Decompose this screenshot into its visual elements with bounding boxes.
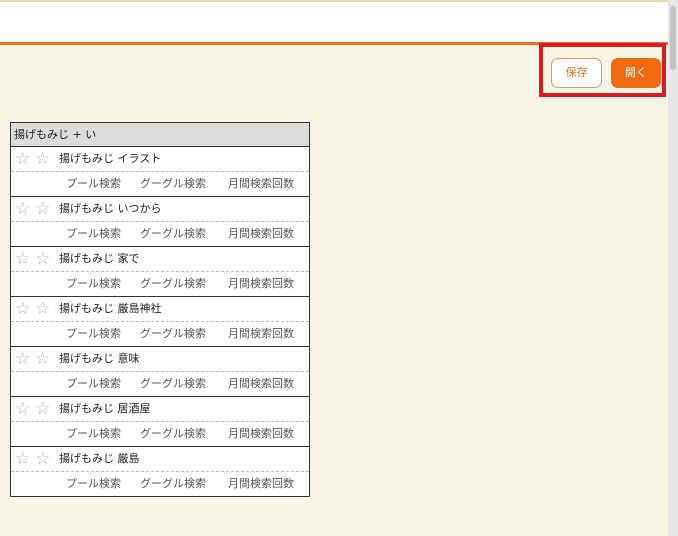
scrollbar[interactable] [668,0,678,536]
keyword-title-row: ☆ ☆ 揚げもみじ 家で [11,247,309,272]
keyword-text[interactable]: 揚げもみじ 厳島 [59,447,140,471]
keyword-links-row: プール検索 グーグル検索 月間検索回数 [11,322,309,346]
monthly-search-count-link[interactable]: 月間検索回数 [228,322,294,346]
keyword-links-row: プール検索 グーグル検索 月間検索回数 [11,222,309,246]
keyword-links-row: プール検索 グーグル検索 月間検索回数 [11,172,309,196]
star-icon[interactable]: ☆ [35,197,55,221]
google-search-link[interactable]: グーグル検索 [140,322,206,346]
google-search-link[interactable]: グーグル検索 [140,372,206,396]
pool-search-link[interactable]: プール検索 [66,222,121,246]
keyword-text[interactable]: 揚げもみじ いつから [59,197,162,221]
google-search-link[interactable]: グーグル検索 [140,472,206,496]
monthly-search-count-link[interactable]: 月間検索回数 [228,422,294,446]
pool-search-link[interactable]: プール検索 [66,272,121,296]
star-icon[interactable]: ☆ [35,147,55,171]
star-icon[interactable]: ☆ [15,247,35,271]
keyword-links-row: プール検索 グーグル検索 月間検索回数 [11,272,309,296]
monthly-search-count-link[interactable]: 月間検索回数 [228,372,294,396]
keyword-title-row: ☆ ☆ 揚げもみじ イラスト [11,147,309,172]
pool-search-link[interactable]: プール検索 [66,372,121,396]
keyword-text[interactable]: 揚げもみじ 家で [59,247,140,271]
keyword-title-row: ☆ ☆ 揚げもみじ 厳島 [11,447,309,472]
google-search-link[interactable]: グーグル検索 [140,272,206,296]
star-icon[interactable]: ☆ [35,397,55,421]
google-search-link[interactable]: グーグル検索 [140,172,206,196]
keyword-links-row: プール検索 グーグル検索 月間検索回数 [11,372,309,396]
keyword-links-row: プール検索 グーグル検索 月間検索回数 [11,472,309,496]
pool-search-link[interactable]: プール検索 [66,322,121,346]
google-search-link[interactable]: グーグル検索 [140,222,206,246]
scrollbar-thumb[interactable] [670,6,676,70]
star-icon[interactable]: ☆ [35,447,55,471]
keyword-title-row: ☆ ☆ 揚げもみじ 意味 [11,347,309,372]
keyword-text[interactable]: 揚げもみじ 居酒屋 [59,397,151,421]
star-icon[interactable]: ☆ [15,397,35,421]
top-bar-line [0,0,668,2]
keyword-title-row: ☆ ☆ 揚げもみじ 厳島神社 [11,297,309,322]
keyword-list: ☆ ☆ 揚げもみじ イラスト プール検索 グーグル検索 月間検索回数 ☆ ☆ 揚… [11,147,309,496]
monthly-search-count-link[interactable]: 月間検索回数 [228,272,294,296]
keyword-item: ☆ ☆ 揚げもみじ 厳島 プール検索 グーグル検索 月間検索回数 [11,447,309,496]
star-icon[interactable]: ☆ [15,447,35,471]
keyword-item: ☆ ☆ 揚げもみじ いつから プール検索 グーグル検索 月間検索回数 [11,197,309,247]
keyword-text[interactable]: 揚げもみじ 厳島神社 [59,297,162,321]
star-icon[interactable]: ☆ [35,247,55,271]
action-buttons-highlight: 保存 開く [539,43,666,97]
open-button[interactable]: 開く [611,58,661,88]
keyword-item: ☆ ☆ 揚げもみじ 家で プール検索 グーグル検索 月間検索回数 [11,247,309,297]
top-bar [0,0,668,45]
keyword-item: ☆ ☆ 揚げもみじ 意味 プール検索 グーグル検索 月間検索回数 [11,347,309,397]
keyword-title-row: ☆ ☆ 揚げもみじ 居酒屋 [11,397,309,422]
keyword-text[interactable]: 揚げもみじ イラスト [59,147,161,171]
keyword-table: 揚げもみじ + い ☆ ☆ 揚げもみじ イラスト プール検索 グーグル検索 月間… [10,122,310,497]
monthly-search-count-link[interactable]: 月間検索回数 [228,222,294,246]
pool-search-link[interactable]: プール検索 [66,472,121,496]
save-button[interactable]: 保存 [551,58,602,88]
keyword-table-header: 揚げもみじ + い [11,123,309,147]
keyword-item: ☆ ☆ 揚げもみじ 居酒屋 プール検索 グーグル検索 月間検索回数 [11,397,309,447]
star-icon[interactable]: ☆ [15,197,35,221]
pool-search-link[interactable]: プール検索 [66,172,121,196]
star-icon[interactable]: ☆ [35,297,55,321]
keyword-item: ☆ ☆ 揚げもみじ 厳島神社 プール検索 グーグル検索 月間検索回数 [11,297,309,347]
keyword-title-row: ☆ ☆ 揚げもみじ いつから [11,197,309,222]
star-icon[interactable]: ☆ [15,297,35,321]
star-icon[interactable]: ☆ [15,147,35,171]
monthly-search-count-link[interactable]: 月間検索回数 [228,172,294,196]
star-icon[interactable]: ☆ [15,347,35,371]
keyword-text[interactable]: 揚げもみじ 意味 [59,347,140,371]
monthly-search-count-link[interactable]: 月間検索回数 [228,472,294,496]
pool-search-link[interactable]: プール検索 [66,422,121,446]
google-search-link[interactable]: グーグル検索 [140,422,206,446]
keyword-item: ☆ ☆ 揚げもみじ イラスト プール検索 グーグル検索 月間検索回数 [11,147,309,197]
star-icon[interactable]: ☆ [35,347,55,371]
keyword-links-row: プール検索 グーグル検索 月間検索回数 [11,422,309,446]
